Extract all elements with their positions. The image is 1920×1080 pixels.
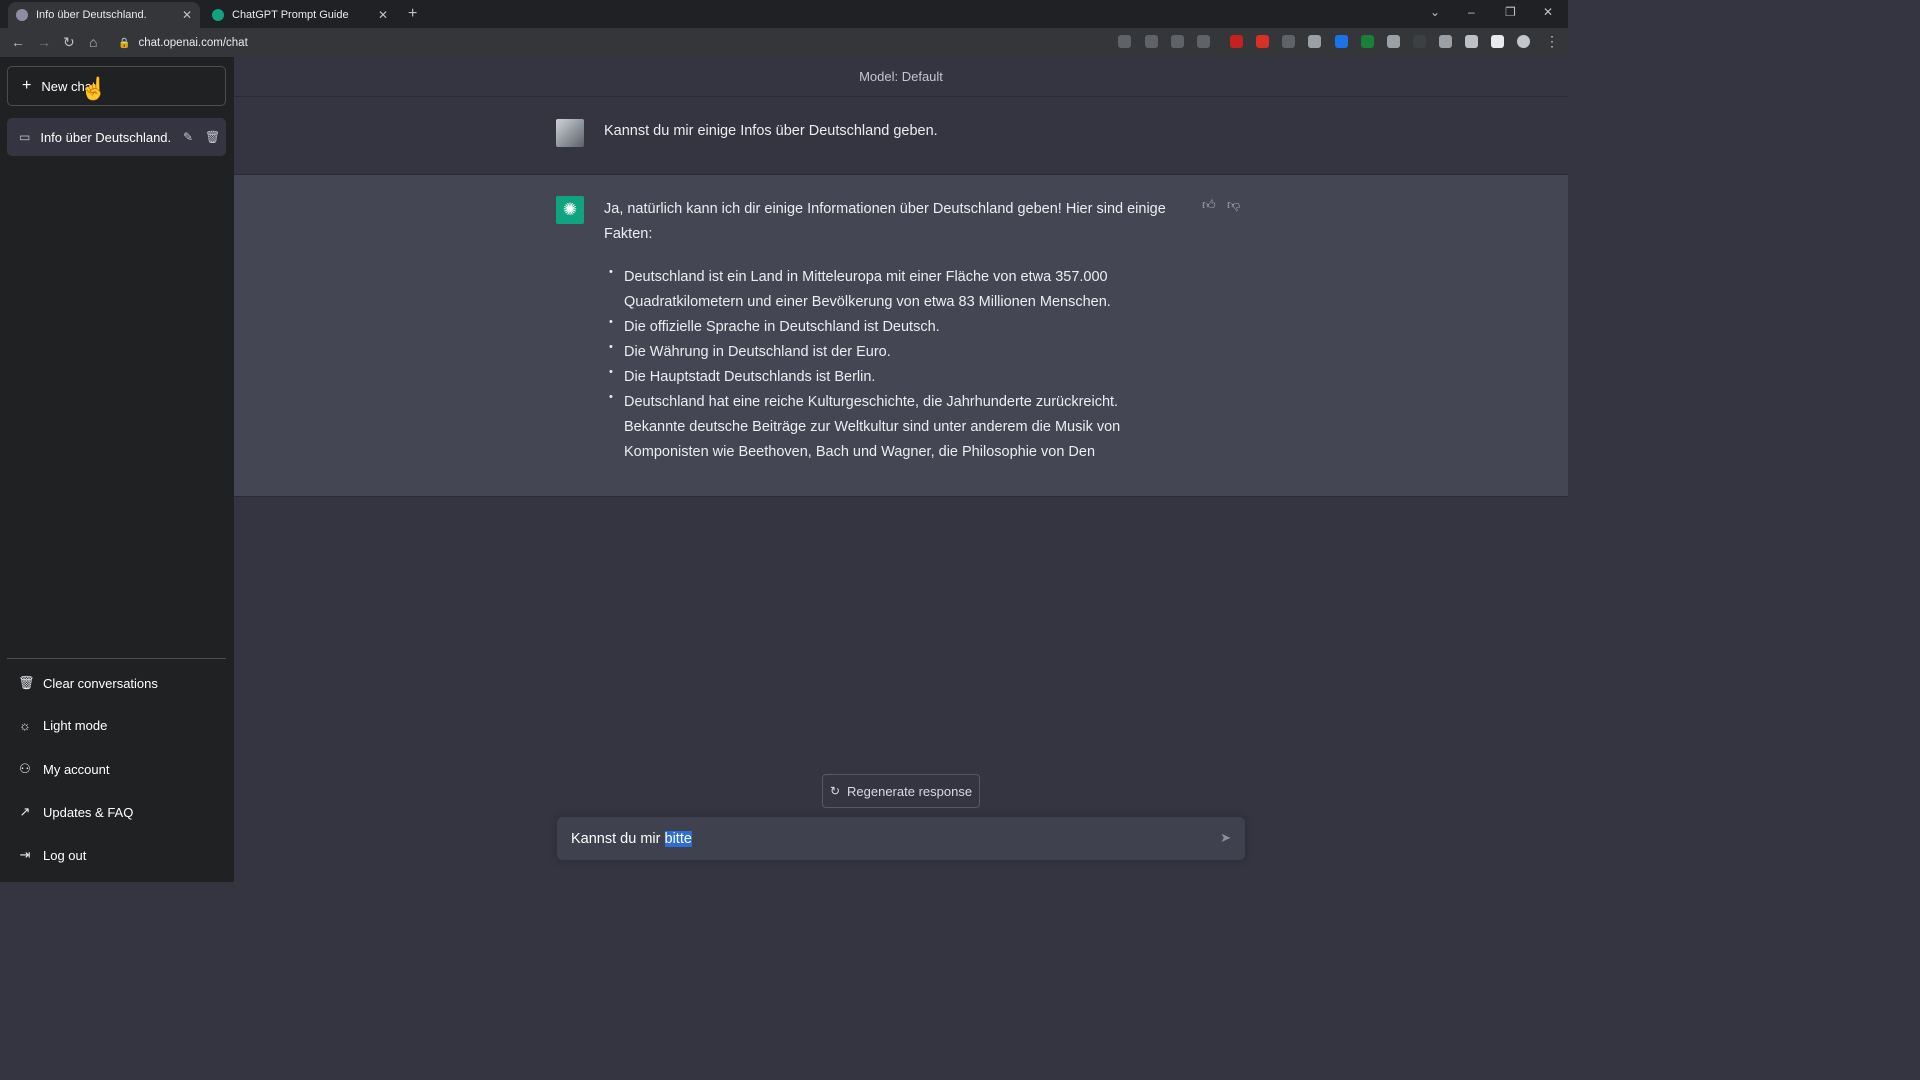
reload-icon[interactable]: ↻ [63,34,75,51]
thumbs-down-icon[interactable]: 👎︎ [1227,197,1240,213]
tab-prompt-guide[interactable]: ChatGPT Prompt Guide ✕ [204,2,396,28]
assistant-intro: Ja, natürlich kann ich dir einige Inform… [604,201,1166,242]
chatgpt-favicon-icon [212,9,224,21]
chatgpt-favicon-icon [16,9,28,21]
extension-icon[interactable] [1256,35,1269,48]
regenerate-response-button[interactable]: ↻ Regenerate response [822,774,980,808]
extensions-puzzle-icon[interactable] [1465,35,1478,48]
sun-icon: ☼ [19,718,31,733]
mouse-pointer-icon: ☝ [80,76,108,101]
send-icon[interactable]: ➤ [1220,830,1231,846]
list-item: Die offizielle Sprache in Deutschland is… [604,310,1174,340]
extension-icon[interactable] [1361,35,1374,48]
list-item: Die Hauptstadt Deutschlands ist Berlin. [604,360,1174,390]
extension-icon[interactable] [1282,35,1295,48]
new-tab-icon[interactable]: + [408,5,417,23]
refresh-icon: ↻ [829,784,841,798]
lock-icon: 🔒 [118,37,131,49]
input-selected-text: bitte [664,830,692,847]
edit-icon[interactable]: ✎ [183,130,193,144]
trash-icon: 🗑 [18,675,35,690]
extension-icon[interactable] [1308,35,1321,48]
extension-icon[interactable] [1387,35,1400,48]
updates-faq-label: Updates & FAQ [43,804,134,820]
assistant-message-text: Ja, natürlich kann ich dir einige Inform… [604,197,1174,465]
model-label: Model: Default [859,69,943,84]
log-out-label: Log out [43,847,87,863]
conversation-item[interactable]: ▭ Info über Deutschland. ✎ 🗑 [7,118,226,156]
chatgpt-logo-icon: ✺ [556,196,584,224]
message-input[interactable]: Kannst du mir bitte ➤ [557,817,1245,860]
facts-list: Deutschland ist ein Land in Mitteleuropa… [604,260,1174,465]
extension-icon[interactable] [1413,35,1426,48]
tab-search-icon[interactable]: ⌄ [1430,5,1440,19]
list-item: Deutschland hat eine reiche Kulturgeschi… [604,385,1174,465]
sidebar-divider [7,658,226,659]
user-message-row: Kannst du mir einige Infos über Deutschl… [234,97,1568,175]
user-avatar [556,119,584,147]
logout-icon: ⇥ [19,847,31,862]
assistant-message-row: ✺ Ja, natürlich kann ich dir einige Info… [234,175,1568,497]
restore-icon[interactable]: ❐ [1505,5,1516,19]
sidebar: + New chat ▭ Info über Deutschland. ✎ 🗑 … [0,57,234,882]
close-window-icon[interactable]: ✕ [1543,5,1553,19]
close-tab-icon[interactable]: ✕ [378,8,388,22]
zoom-icon[interactable] [1145,35,1158,48]
minimize-icon[interactable]: – [1468,5,1475,19]
tab-title: Info über Deutschland. [36,9,147,21]
list-item: Die Währung in Deutschland ist der Euro. [604,335,1174,365]
adblock-extension-icon[interactable] [1230,35,1243,48]
input-text: Kannst du mir [571,830,665,847]
extension-icon[interactable] [1335,35,1348,48]
thumbs-up-icon[interactable]: 👍︎ [1202,197,1216,213]
browser-tab-bar: Info über Deutschland. ✕ ChatGPT Prompt … [0,0,1568,28]
plus-icon: + [22,77,32,94]
forward-icon[interactable]: → [37,34,51,50]
menu-kebab-icon[interactable]: ⋮ [1545,33,1559,50]
user-icon: ⚇ [19,761,31,776]
regenerate-label: Regenerate response [847,783,973,799]
url-text: chat.openai.com/chat [138,37,248,49]
close-tab-icon[interactable]: ✕ [182,8,192,22]
clear-conversations-button[interactable]: 🗑 Clear conversations [18,675,158,691]
my-account-button[interactable]: ⚇ My account [18,761,109,777]
trash-icon[interactable]: 🗑 [205,130,220,144]
light-mode-label: Light mode [43,718,108,733]
light-mode-button[interactable]: ☼ Light mode [18,718,107,733]
my-account-label: My account [43,761,110,777]
share-icon[interactable] [1171,35,1184,48]
side-panel-icon[interactable] [1491,35,1504,48]
chat-main: Model: Default Kannst du mir einige Info… [234,57,1568,882]
clear-conversations-label: Clear conversations [43,675,158,691]
back-icon[interactable]: ← [11,34,25,50]
tab-title: ChatGPT Prompt Guide [232,9,349,21]
bookmark-star-icon[interactable] [1197,35,1210,48]
user-message-text: Kannst du mir einige Infos über Deutschl… [604,123,938,139]
translate-icon[interactable] [1118,35,1131,48]
updates-faq-link[interactable]: ↗ Updates & FAQ [18,804,134,820]
model-indicator: Model: Default [234,57,1568,97]
tab-info-deutschland[interactable]: Info über Deutschland. ✕ [8,2,200,28]
address-bar[interactable]: 🔒 chat.openai.com/chat [118,32,1138,54]
camera-extension-icon[interactable] [1439,35,1452,48]
external-link-icon: ↗ [19,804,31,819]
log-out-button[interactable]: ⇥ Log out [18,847,87,863]
conversation-title: Info über Deutschland. [40,129,172,145]
list-item: Deutschland ist ein Land in Mitteleuropa… [604,260,1174,315]
new-chat-button[interactable]: + New chat [7,66,226,106]
profile-avatar-icon[interactable] [1517,35,1530,48]
home-icon[interactable]: ⌂ [89,34,97,50]
chat-bubble-icon: ▭ [19,130,31,144]
browser-toolbar: ← → ↻ ⌂ 🔒 chat.openai.com/chat ⋮ [0,28,1568,57]
